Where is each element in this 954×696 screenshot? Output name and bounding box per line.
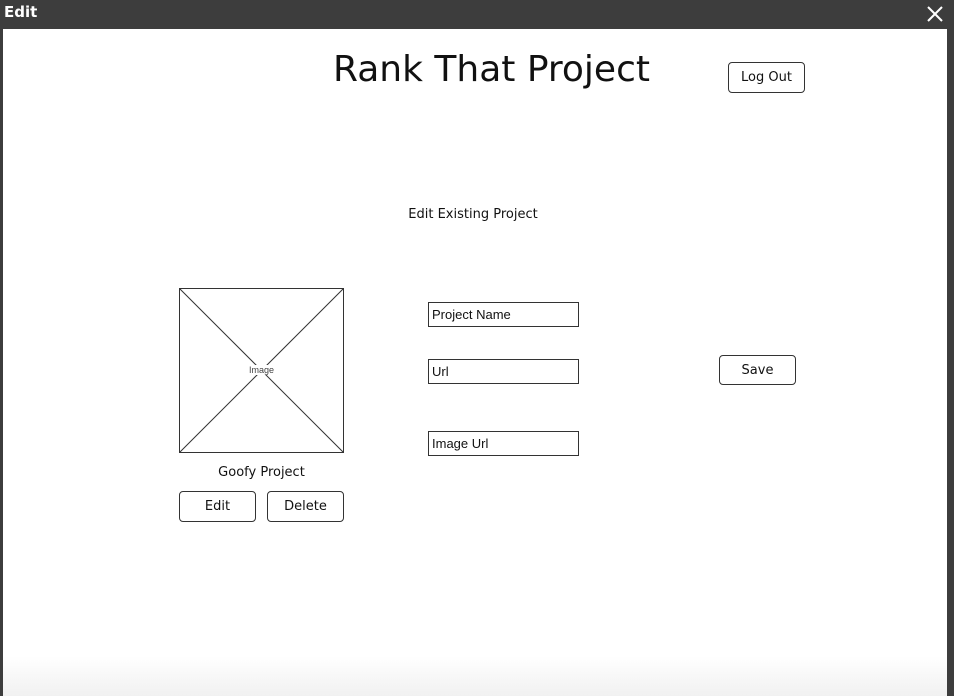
close-button[interactable] — [924, 3, 946, 25]
project-name-input[interactable] — [428, 302, 579, 327]
bottom-shadow — [3, 656, 947, 696]
titlebar: Edit — [0, 0, 954, 28]
delete-button[interactable]: Delete — [267, 491, 344, 522]
image-placeholder-label: Image — [246, 365, 276, 375]
page-canvas: Rank That Project Log Out Edit Existing … — [3, 29, 947, 696]
page-title: Rank That Project — [333, 49, 650, 90]
edit-button[interactable]: Edit — [179, 491, 256, 522]
project-caption: Goofy Project — [218, 465, 305, 480]
window-title: Edit — [4, 3, 38, 21]
image-url-input[interactable] — [428, 431, 579, 456]
close-icon — [927, 6, 943, 22]
project-image-placeholder: Image — [179, 288, 344, 453]
save-button[interactable]: Save — [719, 355, 796, 385]
url-input[interactable] — [428, 359, 579, 384]
logout-button[interactable]: Log Out — [728, 62, 805, 93]
app-window: Edit Rank That Project Log Out Edit Exis… — [0, 0, 954, 696]
section-heading: Edit Existing Project — [408, 207, 538, 222]
